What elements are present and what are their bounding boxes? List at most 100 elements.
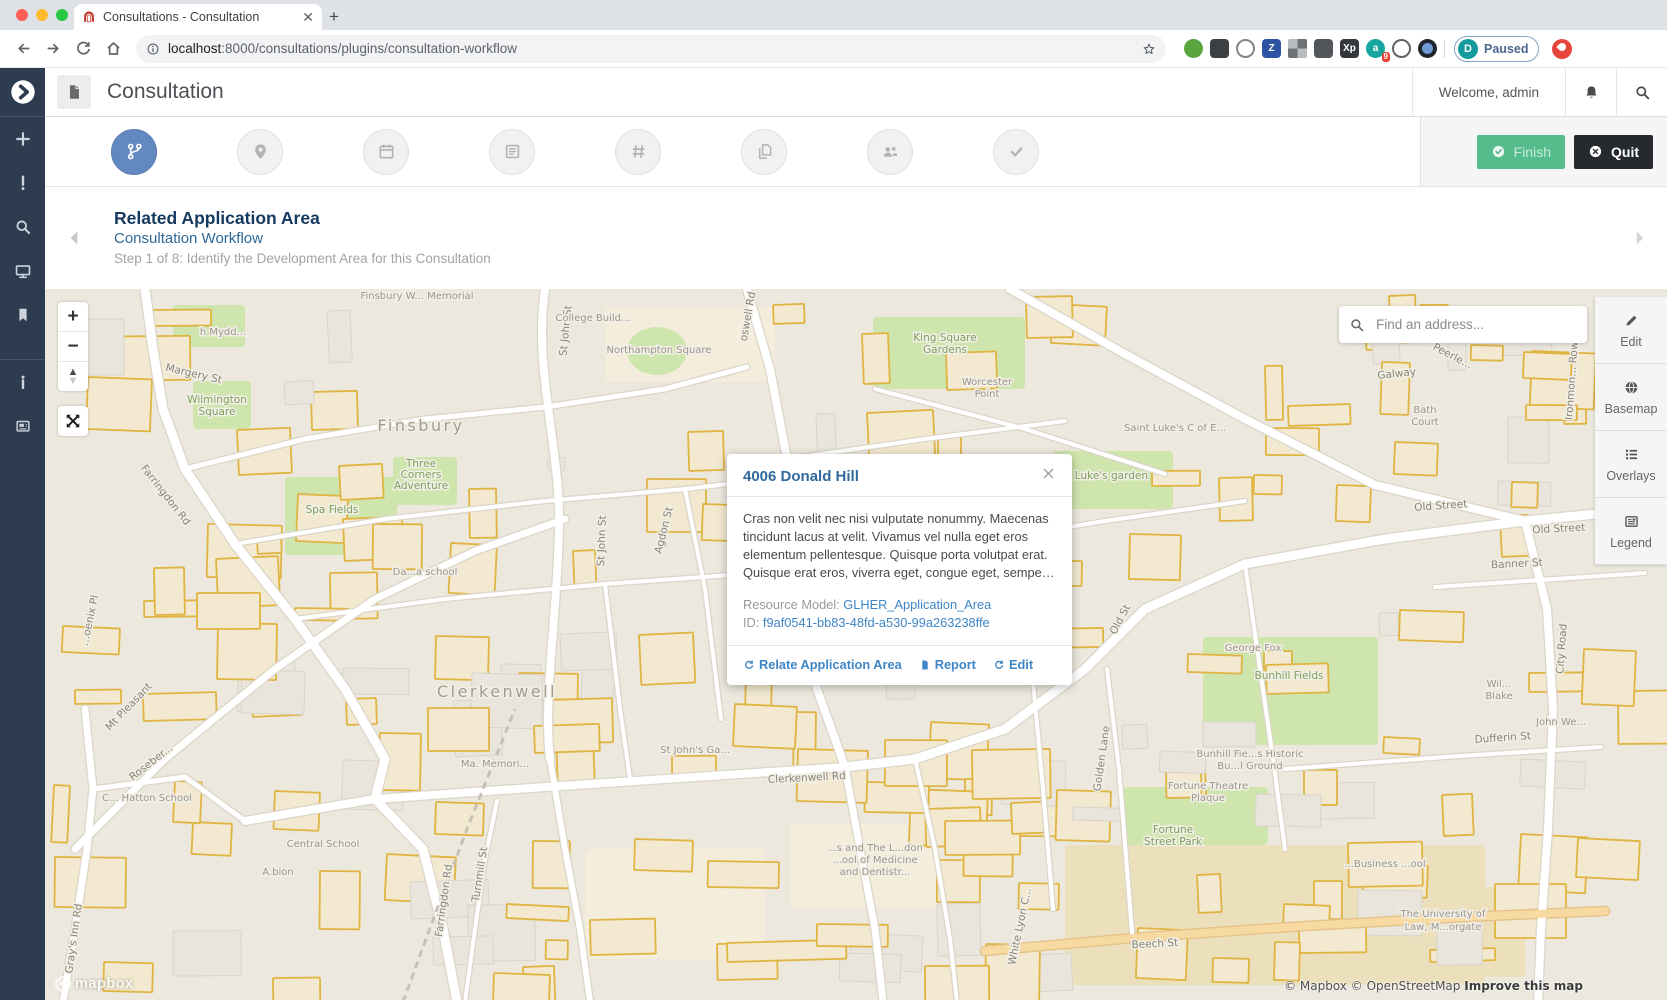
browser-toolbar: localhost:8000/consultations/plugins/con… — [0, 30, 1667, 68]
next-step-button[interactable] — [1629, 227, 1651, 249]
notifications-button[interactable] — [1565, 68, 1616, 116]
legend-icon — [1623, 513, 1640, 530]
resource-model-row: Resource Model: GLHER_Application_Area — [743, 596, 1056, 614]
minimize-window-button[interactable] — [36, 9, 48, 21]
browser-tab[interactable]: Consultations - Consultation ✕ — [74, 4, 322, 30]
sidebar-item-bookmarks[interactable] — [0, 293, 45, 337]
address-search-input[interactable] — [1374, 316, 1577, 333]
a-ext[interactable]: a9 — [1366, 39, 1385, 58]
map-label: A.bion — [262, 867, 293, 878]
compass-button[interactable]: ▲ ▼ — [58, 362, 88, 391]
sidebar-item-search[interactable] — [0, 205, 45, 249]
map-attribution: © Mapbox © OpenStreetMap Improve this ma… — [1284, 979, 1583, 993]
mapbox-attribution-link[interactable]: © Mapbox — [1284, 979, 1347, 993]
page-icon — [65, 83, 83, 101]
search-button[interactable] — [1616, 68, 1667, 116]
reload-icon — [75, 40, 92, 57]
sidebar-item-media[interactable] — [0, 404, 45, 448]
globe-ext[interactable] — [1418, 39, 1437, 58]
resource-model-link[interactable]: GLHER_Application_Area — [843, 597, 991, 612]
welcome-user[interactable]: Welcome, admin — [1412, 68, 1565, 116]
url-text: localhost:8000/consultations/plugins/con… — [168, 41, 1134, 56]
map-label: Adventure — [394, 480, 448, 492]
resource-id-row: ID: f9af0541-bb83-48fd-a530-99a263238ffe — [743, 614, 1056, 632]
step-related-application-area[interactable] — [111, 129, 157, 175]
address-search — [1339, 306, 1587, 343]
edit-link[interactable]: Edit — [993, 657, 1033, 672]
popup-title: 4006 Donald Hill — [743, 468, 1056, 485]
map-label: Square — [199, 406, 236, 418]
z-ext[interactable]: Z — [1262, 39, 1281, 58]
map-tool-basemap[interactable]: Basemap — [1595, 364, 1667, 431]
site-info-icon[interactable] — [146, 42, 160, 56]
address-bar[interactable]: localhost:8000/consultations/plugins/con… — [136, 35, 1166, 63]
ring-ext[interactable] — [1236, 39, 1255, 58]
map-label: Bu...l Ground — [1217, 761, 1282, 772]
maximize-window-button[interactable] — [56, 9, 68, 21]
map-building — [373, 524, 422, 569]
dark-ext[interactable] — [1210, 39, 1229, 58]
sidebar-item-info[interactable] — [0, 360, 45, 404]
map-building — [147, 310, 211, 326]
alert-icon — [14, 174, 32, 192]
step-location[interactable] — [237, 129, 283, 175]
traffic-lights[interactable] — [16, 9, 68, 21]
step-documents[interactable] — [741, 129, 787, 175]
new-tab-button[interactable]: + — [322, 5, 346, 29]
bookmark-star-icon[interactable] — [1142, 42, 1156, 56]
fullscreen-button[interactable] — [58, 406, 88, 436]
map-tool-legend[interactable]: Legend — [1595, 498, 1667, 565]
form-icon — [503, 142, 522, 161]
map-building — [154, 567, 185, 615]
map-building — [197, 593, 260, 629]
map-tool-overlays[interactable]: Overlays — [1595, 431, 1667, 498]
step-numbers[interactable] — [615, 129, 661, 175]
map-tool-edit[interactable]: Edit — [1595, 297, 1667, 364]
outline-ext[interactable] — [1392, 39, 1411, 58]
resource-document-button[interactable] — [57, 75, 91, 109]
sidebar-item-add[interactable] — [0, 117, 45, 161]
sidebar-item-desktop[interactable] — [0, 249, 45, 293]
file-small-icon — [919, 659, 931, 671]
map-building — [51, 785, 70, 843]
grid-ext[interactable] — [1288, 39, 1307, 58]
home-button[interactable] — [100, 36, 126, 62]
zoom-in-button[interactable]: + — [58, 302, 88, 332]
map-building — [1129, 534, 1181, 580]
close-window-button[interactable] — [16, 9, 28, 21]
relate-application-area-link[interactable]: Relate Application Area — [743, 657, 902, 672]
zoom-out-button[interactable]: − — [58, 332, 88, 362]
forward-button[interactable] — [40, 36, 66, 62]
resource-id-link[interactable]: f9af0541-bb83-48fd-a530-99a263238ffe — [763, 615, 990, 630]
report-link[interactable]: Report — [919, 657, 976, 672]
xp-ext[interactable]: Xp — [1340, 39, 1359, 58]
evernote-ext[interactable] — [1184, 39, 1203, 58]
step-contacts[interactable] — [867, 129, 913, 175]
step-complete[interactable] — [993, 129, 1039, 175]
map-building — [1394, 442, 1438, 476]
popup-close-icon[interactable] — [1041, 465, 1059, 483]
map-canvas[interactable]: FinsburyClerkenwellKing SquareGardenss L… — [45, 289, 1667, 1000]
perch-ext[interactable] — [1314, 39, 1333, 58]
sidebar-item-notifications[interactable] — [0, 161, 45, 205]
step-dates[interactable] — [363, 129, 409, 175]
finish-button[interactable]: Finish — [1477, 135, 1565, 169]
improve-map-link[interactable]: Improve this map — [1464, 979, 1583, 993]
reload-button[interactable] — [70, 36, 96, 62]
map-building — [1187, 654, 1242, 674]
sidebar-toggle[interactable] — [0, 68, 45, 116]
map-label: ...Business ...ool — [1344, 859, 1425, 870]
tab-close-icon[interactable]: ✕ — [302, 10, 314, 24]
mapbox-logo[interactable]: mapbox — [55, 976, 134, 992]
osm-attribution-link[interactable]: © OpenStreetMap — [1351, 979, 1461, 993]
back-button[interactable] — [10, 36, 36, 62]
map-building — [1212, 958, 1249, 983]
profile-chip[interactable]: D Paused — [1454, 36, 1539, 62]
map-building — [343, 668, 409, 695]
quit-button[interactable]: Quit — [1574, 135, 1653, 169]
close-icon — [1041, 466, 1056, 481]
step-details[interactable] — [489, 129, 535, 175]
previous-step-button[interactable] — [63, 227, 85, 249]
map-building — [573, 550, 596, 585]
browser-menu-button[interactable] — [1552, 39, 1572, 59]
